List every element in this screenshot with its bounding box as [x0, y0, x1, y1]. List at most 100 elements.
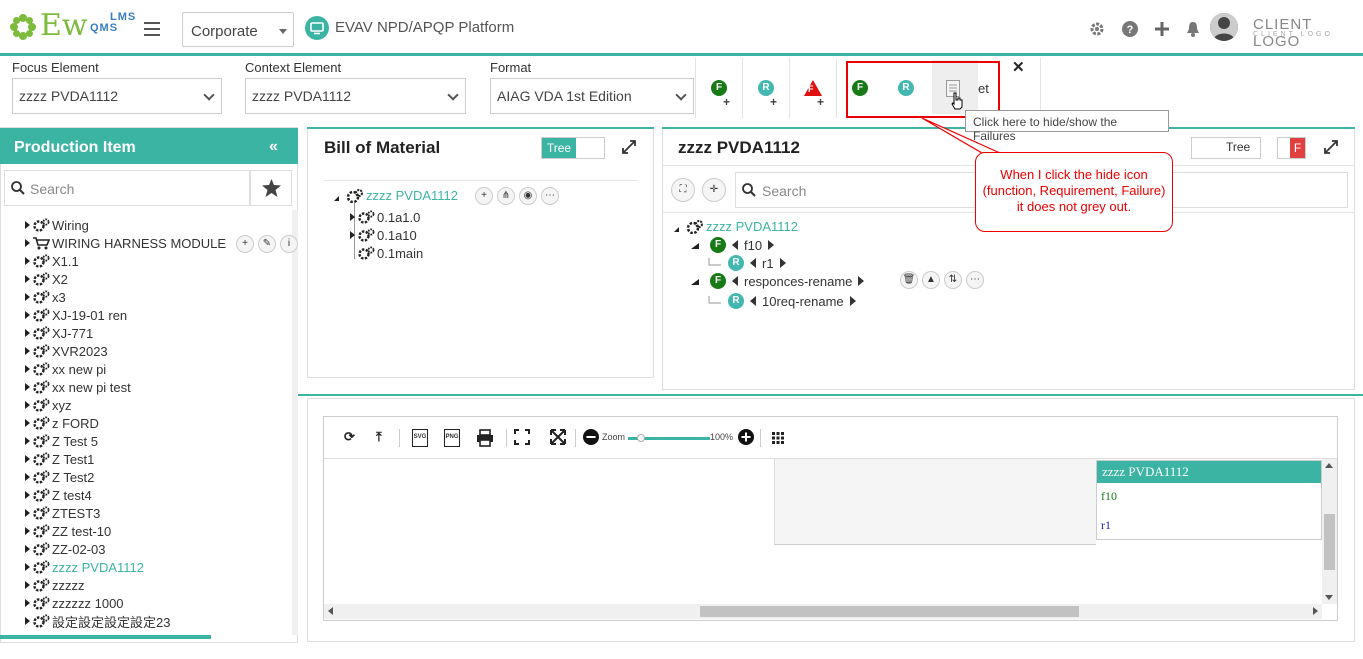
bom-child-node[interactable]: 0.1a1.0 — [350, 208, 423, 226]
tree-item[interactable]: ZTEST3 — [25, 504, 290, 522]
collapse-icon[interactable]: « — [269, 138, 278, 156]
more-icon[interactable]: ⋯ — [541, 187, 559, 205]
add-icon[interactable] — [1153, 20, 1171, 38]
expand-arrow-icon[interactable] — [25, 617, 30, 625]
scroll-thumb[interactable] — [700, 606, 1079, 617]
info-button[interactable]: i — [280, 235, 298, 253]
tree-item[interactable]: XVR2023 — [25, 342, 290, 360]
help-icon[interactable]: ? — [1121, 20, 1139, 38]
tree-item[interactable]: Wiring — [25, 216, 290, 234]
horizontal-scrollbar[interactable] — [0, 635, 211, 639]
expand-arrow-icon[interactable] — [25, 563, 30, 571]
scroll-thumb[interactable] — [1324, 514, 1335, 570]
tree-item[interactable]: zzzzz — [25, 576, 290, 594]
expand-arrow-icon[interactable] — [25, 545, 30, 553]
expand-arrow-icon[interactable] — [25, 491, 30, 499]
user-avatar[interactable] — [1210, 13, 1238, 41]
tree-item[interactable]: Z Test1 — [25, 450, 290, 468]
expand-all-icon[interactable]: ⛶ — [671, 178, 695, 202]
scroll-left-icon[interactable] — [328, 607, 333, 615]
tree-item[interactable]: XJ-771 — [25, 324, 290, 342]
expand-arrow-icon[interactable] — [25, 419, 30, 427]
settings-icon[interactable] — [1088, 20, 1106, 38]
tree-item[interactable]: ZZ-02-03 — [25, 540, 290, 558]
expand-arrow-icon[interactable] — [25, 347, 30, 355]
expand-arrow-icon[interactable] — [25, 329, 30, 337]
expand-arrow-icon[interactable] — [25, 257, 30, 265]
bom-root-node[interactable]: zzzz PVDA1112 — [333, 188, 458, 203]
detail-tree-toggle[interactable]: Tree — [1191, 137, 1261, 159]
warning-icon[interactable]: ▲ — [922, 271, 940, 289]
tree-item[interactable]: xyz — [25, 396, 290, 414]
tree-item[interactable]: zzzzzz 1000 — [25, 594, 290, 612]
edit-button[interactable]: ✎ — [258, 235, 276, 253]
vertical-scrollbar[interactable] — [1322, 459, 1337, 604]
tree-item[interactable]: X1.1 — [25, 252, 290, 270]
scrollbar[interactable] — [292, 210, 298, 635]
search-input[interactable]: Search — [4, 170, 250, 206]
collapse-all-icon[interactable]: ✛ — [702, 178, 726, 202]
horizontal-scrollbar[interactable] — [324, 604, 1322, 619]
expand-icon[interactable] — [622, 140, 636, 154]
add-button[interactable]: + — [475, 187, 493, 205]
tree-item[interactable]: xx new pi test — [25, 378, 290, 396]
favorites-button[interactable] — [250, 170, 292, 206]
expand-arrow-icon[interactable] — [25, 293, 30, 301]
tree-item[interactable]: XJ-19-01 ren — [25, 306, 290, 324]
more-icon[interactable]: ⋯ — [966, 271, 984, 289]
grid-icon[interactable] — [772, 432, 784, 444]
expand-arrow-icon[interactable] — [350, 231, 355, 239]
expand-arrow-icon[interactable] — [25, 581, 30, 589]
bom-child-node[interactable]: 0.1main — [350, 244, 423, 262]
tree-item[interactable]: z FORD — [25, 414, 290, 432]
org-select[interactable]: Corporate — [182, 12, 294, 47]
fullscreen-icon[interactable] — [550, 429, 566, 445]
tree-item[interactable]: zzzz PVDA1112 — [25, 558, 290, 576]
expand-arrow-icon[interactable] — [25, 239, 30, 247]
expand-arrow-icon[interactable] — [25, 509, 30, 517]
bom-tree-toggle[interactable]: Tree — [541, 137, 605, 159]
tree-item[interactable]: Z test4 — [25, 486, 290, 504]
context-element-select[interactable]: zzzz PVDA1112 — [245, 78, 466, 114]
expand-arrow-icon[interactable] — [25, 365, 30, 373]
close-icon[interactable]: ✕ — [1012, 58, 1025, 76]
refresh-icon[interactable]: ⟳ — [344, 429, 355, 445]
detail-root-node[interactable]: zzzz PVDA1112 — [673, 219, 798, 234]
add-child-button[interactable]: + — [236, 235, 254, 253]
expand-arrow-icon[interactable] — [350, 213, 355, 221]
expand-arrow-icon[interactable] — [25, 437, 30, 445]
expand-arrow-icon[interactable] — [25, 473, 30, 481]
add-requirement-button[interactable]: R + — [750, 80, 784, 114]
add-failure-button[interactable]: F + — [797, 80, 831, 114]
tree-item[interactable]: xx new pi — [25, 360, 290, 378]
zoom-out-icon[interactable] — [583, 429, 599, 445]
expand-arrow-icon[interactable] — [25, 401, 30, 409]
tree-item[interactable]: X2 — [25, 270, 290, 288]
scroll-down-icon[interactable] — [1325, 595, 1333, 600]
tree-item[interactable]: Z Test 5 — [25, 432, 290, 450]
notification-bell-icon[interactable] — [1184, 20, 1202, 38]
bom-child-node[interactable]: 0.1a10 — [350, 226, 423, 244]
export-svg-icon[interactable]: SVG — [412, 429, 428, 447]
scroll-right-icon[interactable] — [1313, 607, 1318, 615]
upload-icon[interactable]: ⤒ — [376, 429, 382, 445]
expand-arrow-icon[interactable] — [25, 599, 30, 607]
zoom-slider[interactable] — [628, 434, 710, 442]
diagram-card[interactable]: zzzz PVDA1112 f10 r1 — [1096, 460, 1322, 540]
menu-icon[interactable] — [144, 22, 160, 40]
expand-arrow-icon[interactable] — [25, 455, 30, 463]
zoom-slider-handle[interactable] — [637, 434, 645, 442]
function-node[interactable]: F responces-rename — [690, 273, 865, 289]
add-function-button[interactable]: F + — [703, 80, 737, 114]
expand-icon[interactable] — [1324, 140, 1338, 154]
expand-arrow-icon[interactable] — [25, 311, 30, 319]
sort-icon[interactable]: ⇅ — [944, 271, 962, 289]
requirement-node[interactable]: R 10req-rename — [708, 293, 856, 309]
failure-toggle[interactable]: F — [1277, 137, 1306, 159]
tree-item[interactable]: 設定設定設定設定23 — [25, 612, 290, 630]
print-icon[interactable] — [476, 429, 494, 447]
focus-element-select[interactable]: zzzz PVDA1112 — [12, 78, 222, 114]
export-png-icon[interactable]: PNG — [444, 429, 460, 447]
function-node[interactable]: F f10 — [690, 237, 775, 253]
hierarchy-icon[interactable]: ⋔ — [497, 187, 515, 205]
